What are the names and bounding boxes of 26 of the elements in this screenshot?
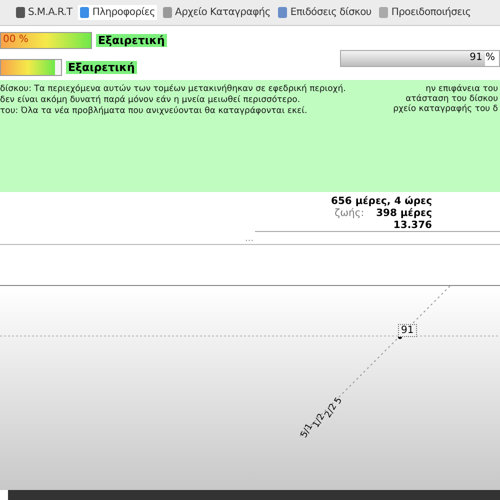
stat-value: 13.376 xyxy=(393,220,432,231)
tab-icon xyxy=(16,7,25,18)
ellipsis-text: ... xyxy=(0,232,500,245)
tab[interactable]: Προειδοποιήσεις xyxy=(377,5,473,20)
tab[interactable]: Επιδόσεις δίσκου xyxy=(276,5,374,20)
health-rating: Εξαιρετική xyxy=(66,61,137,74)
health-reading: 00 % xyxy=(3,34,28,45)
tab[interactable]: Αρχείο Καταγραφής xyxy=(161,5,272,20)
tab[interactable]: S.M.A.R.T xyxy=(14,5,74,20)
message-text: ην επιφάνεια του xyxy=(426,84,498,94)
stat-value: 656 μέρες, 4 ώρες xyxy=(331,196,432,207)
message-text: ρχείο καταγραφής του δ xyxy=(393,104,498,114)
message-text: του: Όλα τα νέα προβλήματα που ανιχνεύονται θα καταγράφονται εκεί. xyxy=(0,106,308,116)
meter-reading: 91 % xyxy=(470,52,495,63)
message-text: ατάσταση του δίσκου xyxy=(406,94,498,104)
health-rating: Εξαιρετική xyxy=(96,34,167,47)
message-text: δεν είναι ακόμη δυνατή παρά μόνον εάν η μνεία μειωθεί περισσότερο. xyxy=(0,95,302,105)
tab-icon xyxy=(80,7,90,18)
stat-value: 398 μέρες xyxy=(376,208,432,219)
tab[interactable]: Πληροφορίες xyxy=(78,5,158,20)
tab-icon xyxy=(379,7,388,18)
tab-icon xyxy=(278,7,288,18)
point-label: 91 xyxy=(398,324,417,337)
tab-icon xyxy=(163,7,172,18)
message-text: δίσκου: Τα περιεχόμενα αυτών των τομέων μετακινήθηκαν σε εφεδρική περιοχή. xyxy=(0,84,346,94)
stat-label: ζωής: xyxy=(334,208,364,219)
